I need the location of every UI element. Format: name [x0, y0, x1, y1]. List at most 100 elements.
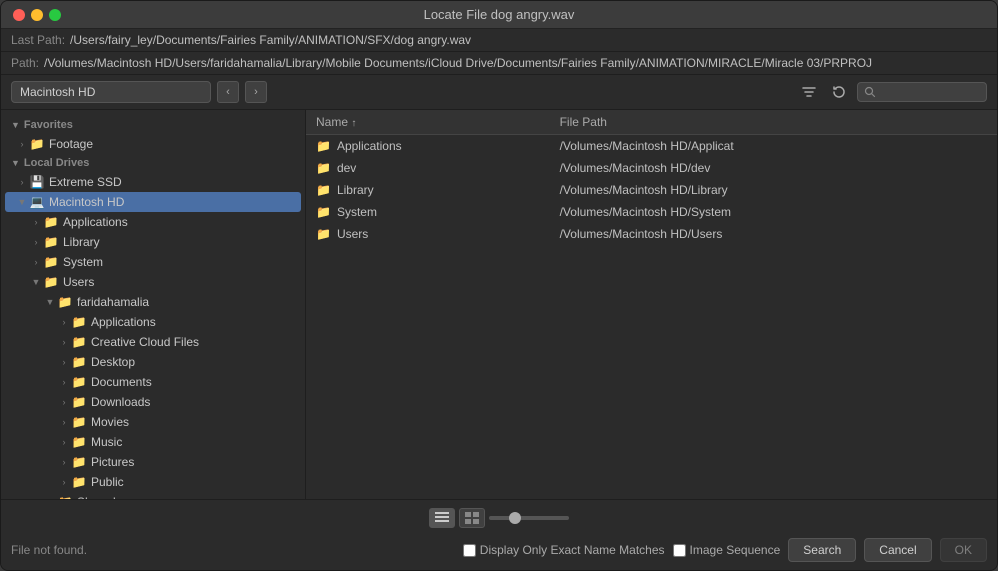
- users-top-chevron: ▼: [29, 277, 43, 287]
- cell-path-users: /Volumes/Macintosh HD/Users: [550, 223, 997, 245]
- system-top-icon: 📁: [43, 254, 59, 270]
- sidebar-item-system-top[interactable]: › 📁 System: [5, 252, 301, 272]
- table-row[interactable]: 📁 dev /Volumes/Macintosh HD/dev: [306, 157, 997, 179]
- footage-folder-icon: 📁: [29, 136, 45, 152]
- favorites-chevron: ▼: [11, 120, 20, 130]
- file-icon-applications: 📁: [316, 139, 331, 153]
- sidebar-item-extreme-ssd[interactable]: › 💾 Extreme SSD: [5, 172, 301, 192]
- search-button[interactable]: Search: [788, 538, 856, 562]
- column-header-name[interactable]: Name ↑: [306, 110, 550, 135]
- sort-indicator: ↑: [351, 118, 356, 129]
- cell-name-users: 📁 Users: [306, 223, 550, 245]
- applications-user-chevron: ›: [57, 317, 71, 327]
- last-path-value: /Users/fairy_ley/Documents/Fairies Famil…: [70, 33, 987, 47]
- column-name-label: Name: [316, 115, 351, 129]
- local-drives-chevron: ▼: [11, 158, 20, 168]
- main-content: ▼ Favorites › 📁 Footage ▼ Local Drives ›…: [1, 110, 997, 499]
- sidebar-item-macintosh-hd[interactable]: ▼ 💻 Macintosh HD: [5, 192, 301, 212]
- right-controls: Display Only Exact Name Matches Image Se…: [463, 538, 987, 562]
- pictures-label: Pictures: [91, 455, 301, 469]
- cell-path-dev: /Volumes/Macintosh HD/dev: [550, 157, 997, 179]
- file-icon-system: 📁: [316, 205, 331, 219]
- zoom-slider[interactable]: [489, 516, 569, 520]
- sidebar-item-users-top[interactable]: ▼ 📁 Users: [5, 272, 301, 292]
- path-label: Path:: [11, 56, 39, 70]
- minimize-button[interactable]: [31, 9, 43, 21]
- sidebar-item-library-top[interactable]: › 📁 Library: [5, 232, 301, 252]
- sidebar-item-downloads[interactable]: › 📁 Downloads: [5, 392, 301, 412]
- sidebar-item-public[interactable]: › 📁 Public: [5, 472, 301, 492]
- sidebar-section-favorites[interactable]: ▼ Favorites: [1, 116, 305, 134]
- search-input[interactable]: [880, 85, 980, 99]
- pictures-chevron: ›: [57, 457, 71, 467]
- sidebar-item-creative-cloud[interactable]: › 📁 Creative Cloud Files: [5, 332, 301, 352]
- file-name-library: Library: [337, 183, 374, 197]
- table-header-row: Name ↑ File Path: [306, 110, 997, 135]
- movies-label: Movies: [91, 415, 301, 429]
- library-top-chevron: ›: [29, 237, 43, 247]
- sidebar-section-local-drives[interactable]: ▼ Local Drives: [1, 154, 305, 172]
- table-row[interactable]: 📁 Applications /Volumes/Macintosh HD/App…: [306, 135, 997, 158]
- applications-top-label: Applications: [63, 215, 301, 229]
- list-view-button[interactable]: [429, 508, 455, 528]
- sidebar-item-footage[interactable]: › 📁 Footage: [5, 134, 301, 154]
- sidebar-item-desktop[interactable]: › 📁 Desktop: [5, 352, 301, 372]
- cell-name-system: 📁 System: [306, 201, 550, 223]
- sidebar-item-pictures[interactable]: › 📁 Pictures: [5, 452, 301, 472]
- table-row[interactable]: 📁 Users /Volumes/Macintosh HD/Users: [306, 223, 997, 245]
- image-sequence-checkbox[interactable]: [673, 544, 686, 557]
- sidebar-item-documents[interactable]: › 📁 Documents: [5, 372, 301, 392]
- bottom-bar: File not found. Display Only Exact Name …: [1, 499, 997, 570]
- filter-icon-button[interactable]: [797, 80, 821, 104]
- public-icon: 📁: [71, 474, 87, 490]
- sidebar-item-applications-top[interactable]: › 📁 Applications: [5, 212, 301, 232]
- faridahamalia-chevron: ▼: [43, 297, 57, 307]
- extreme-ssd-label: Extreme SSD: [49, 175, 301, 189]
- sidebar-item-movies[interactable]: › 📁 Movies: [5, 412, 301, 432]
- sidebar-item-applications-user[interactable]: › 📁 Applications: [5, 312, 301, 332]
- movies-icon: 📁: [71, 414, 87, 430]
- path-value: /Volumes/Macintosh HD/Users/faridahamali…: [44, 56, 987, 70]
- location-select[interactable]: Macintosh HD Extreme SSD Footage: [20, 85, 202, 99]
- search-box[interactable]: [857, 82, 987, 102]
- location-dropdown[interactable]: Macintosh HD Extreme SSD Footage: [11, 81, 211, 103]
- table-row[interactable]: 📁 Library /Volumes/Macintosh HD/Library: [306, 179, 997, 201]
- public-chevron: ›: [57, 477, 71, 487]
- maximize-button[interactable]: [49, 9, 61, 21]
- forward-button[interactable]: ›: [245, 81, 267, 103]
- footage-label: Footage: [49, 137, 301, 151]
- refresh-icon-button[interactable]: [827, 80, 851, 104]
- ok-button[interactable]: OK: [940, 538, 987, 562]
- back-button[interactable]: ‹: [217, 81, 239, 103]
- users-top-label: Users: [63, 275, 301, 289]
- grid-view-button[interactable]: [459, 508, 485, 528]
- footage-chevron: ›: [15, 139, 29, 149]
- column-header-filepath[interactable]: File Path: [550, 110, 997, 135]
- image-sequence-label: Image Sequence: [690, 543, 781, 557]
- macintosh-hd-icon: 💻: [29, 194, 45, 210]
- extreme-ssd-chevron: ›: [15, 177, 29, 187]
- exact-match-checkbox[interactable]: [463, 544, 476, 557]
- sidebar-item-shared[interactable]: › 📁 Shared: [5, 492, 301, 499]
- cell-path-library: /Volumes/Macintosh HD/Library: [550, 179, 997, 201]
- sidebar-item-music[interactable]: › 📁 Music: [5, 432, 301, 452]
- faridahamalia-icon: 📁: [57, 294, 73, 310]
- file-name-dev: dev: [337, 161, 356, 175]
- desktop-chevron: ›: [57, 357, 71, 367]
- sidebar-item-faridahamalia[interactable]: ▼ 📁 faridahamalia: [5, 292, 301, 312]
- pictures-icon: 📁: [71, 454, 87, 470]
- exact-match-label: Display Only Exact Name Matches: [480, 543, 665, 557]
- cell-path-applications: /Volumes/Macintosh HD/Applicat: [550, 135, 997, 158]
- music-chevron: ›: [57, 437, 71, 447]
- library-top-icon: 📁: [43, 234, 59, 250]
- file-table: Name ↑ File Path 📁 Applications /Vo: [306, 110, 997, 245]
- file-name-system: System: [337, 205, 377, 219]
- image-sequence-group: Image Sequence: [673, 543, 781, 557]
- system-top-label: System: [63, 255, 301, 269]
- file-list: Name ↑ File Path 📁 Applications /Vo: [306, 110, 997, 499]
- close-button[interactable]: [13, 9, 25, 21]
- downloads-label: Downloads: [91, 395, 301, 409]
- cancel-button[interactable]: Cancel: [864, 538, 931, 562]
- table-row[interactable]: 📁 System /Volumes/Macintosh HD/System: [306, 201, 997, 223]
- titlebar: Locate File dog angry.wav: [1, 1, 997, 29]
